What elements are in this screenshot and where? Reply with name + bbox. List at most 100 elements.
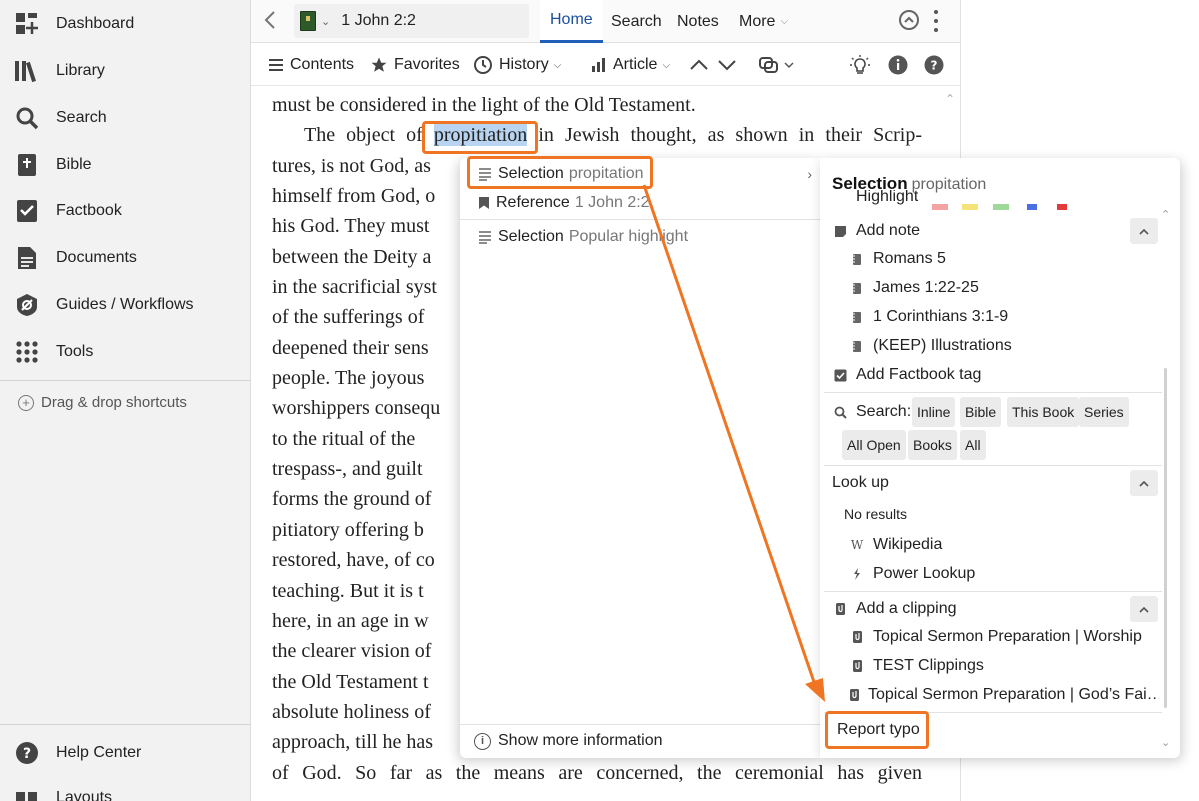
collapse-clippings-button[interactable]	[1130, 596, 1158, 622]
chevron-down-icon[interactable]: ⌄	[321, 15, 330, 28]
search-chip-bible[interactable]: Bible	[960, 397, 1002, 427]
add-factbook-tag-row[interactable]: Add Factbook tag	[832, 361, 981, 389]
sidebar-item-label: Layouts	[56, 789, 113, 801]
context-menu-left: Selection propitation › Reference 1 John…	[460, 158, 822, 758]
info-button[interactable]	[887, 54, 909, 76]
highlight-label: Highlight	[856, 190, 919, 205]
sidebar-item-search[interactable]: Search	[0, 98, 250, 138]
menu-divider	[460, 724, 822, 725]
sidebar-item-dashboard[interactable]: Dashboard	[0, 4, 250, 44]
add-clipping-label: Add a clipping	[856, 600, 957, 617]
note-item[interactable]: (KEEP) Illustrations	[849, 332, 1012, 360]
back-button[interactable]	[263, 10, 283, 32]
note-item[interactable]: James 1:22-25	[849, 274, 979, 302]
lightbulb-icon	[850, 55, 870, 74]
tools-icon	[14, 339, 40, 365]
tab-more[interactable]: More ⌵	[729, 0, 798, 43]
scroll-up-icon[interactable]: ⌃	[945, 92, 955, 106]
chevron-up-icon	[1139, 606, 1149, 613]
sidebar-item-layouts[interactable]: Layouts	[0, 778, 250, 801]
highlight-swatch-blue[interactable]	[1027, 204, 1037, 210]
highlight-swatch-green[interactable]	[993, 204, 1009, 210]
sidebar-item-label: Search	[56, 109, 107, 126]
menu-item-reference[interactable]: Reference 1 John 2:2	[460, 187, 822, 219]
note-item[interactable]: Romans 5	[849, 245, 946, 273]
search-chip-this-book[interactable]: This Book	[1007, 397, 1080, 427]
sidebar-item-label: Tools	[56, 343, 94, 360]
context-menu-right: Selection propitation Highlight ⌃ ⌄ Add n…	[820, 158, 1180, 758]
previous-button[interactable]	[688, 54, 710, 76]
show-more-information-button[interactable]: i Show more information	[474, 732, 663, 750]
menu-item-label: Selection	[498, 228, 564, 245]
scrollbar[interactable]	[1164, 368, 1167, 708]
power-lookup-icon	[849, 567, 865, 581]
bookmark-icon	[478, 196, 490, 210]
search-chip-inline[interactable]: Inline	[912, 397, 956, 427]
collapse-up-button[interactable]	[899, 10, 919, 30]
drag-drop-shortcuts[interactable]: + Drag & drop shortcuts	[18, 394, 187, 411]
sidebar: Dashboard Library Search Bible Factbook …	[0, 0, 251, 801]
clipping-item[interactable]: Topical Sermon Preparation | God’s Fai…	[849, 681, 1159, 709]
search-label: Search:	[856, 403, 912, 420]
note-label: James 1:22-25	[873, 279, 979, 296]
collapse-notes-button[interactable]	[1130, 218, 1158, 244]
text-lines-icon	[478, 230, 492, 244]
sidebar-item-bible[interactable]: Bible	[0, 145, 250, 185]
scroll-up-icon[interactable]: ⌃	[1161, 208, 1170, 221]
menu-item-popular-highlight[interactable]: Selection Popular highlight	[460, 221, 822, 253]
contents-button[interactable]: Contents	[268, 44, 354, 86]
scroll-down-icon[interactable]: ⌄	[1161, 736, 1170, 749]
tab-label: Notes	[677, 12, 719, 30]
search-icon	[832, 406, 848, 419]
history-label: History	[499, 56, 549, 73]
chevron-down-icon: ⌵	[553, 59, 562, 71]
history-button[interactable]: History ⌵	[473, 44, 561, 86]
lookup-power-lookup[interactable]: Power Lookup	[849, 560, 975, 588]
clipping-item[interactable]: Topical Sermon Preparation | Worship	[849, 623, 1142, 651]
search-chip-series[interactable]: Series	[1079, 397, 1129, 427]
more-options-icon[interactable]	[933, 10, 939, 32]
highlight-swatch-red[interactable]	[1057, 204, 1067, 210]
chevron-left-icon	[264, 11, 275, 29]
next-button[interactable]	[716, 54, 738, 76]
clipping-item[interactable]: TEST Clippings	[849, 652, 984, 680]
no-results-text: No results	[844, 500, 907, 528]
sidebar-item-factbook[interactable]: Factbook	[0, 191, 250, 231]
note-item[interactable]: 1 Corinthians 3:1-9	[849, 303, 1008, 331]
show-more-label: Show more information	[498, 732, 663, 749]
clipping-icon	[832, 602, 848, 616]
search-row: Search:	[832, 398, 911, 426]
tab-home[interactable]: Home	[540, 0, 603, 43]
help-icon: ?	[924, 55, 944, 75]
article-button[interactable]: Article ⌵	[591, 44, 670, 86]
tab-notes[interactable]: Notes	[667, 0, 729, 43]
sidebar-item-library[interactable]: Library	[0, 51, 250, 91]
annotation-box-selected-word	[422, 121, 538, 154]
add-factbook-tag-label: Add Factbook tag	[856, 366, 982, 383]
highlight-swatch-pink[interactable]	[932, 204, 948, 210]
collapse-lookup-button[interactable]	[1130, 470, 1158, 496]
sidebar-item-help-center[interactable]: ? Help Center	[0, 733, 250, 773]
highlight-row[interactable]: Highlight	[832, 190, 918, 206]
reference-box[interactable]: ⌄ 1 John 2:2	[294, 4, 529, 38]
menu-item-label: Reference	[496, 194, 570, 211]
sidebar-item-tools[interactable]: Tools	[0, 332, 250, 372]
search-chip-all[interactable]: All	[960, 430, 986, 460]
help-button[interactable]: ?	[923, 54, 945, 76]
guides-icon	[14, 292, 40, 318]
lookup-wikipedia[interactable]: W Wikipedia	[849, 531, 943, 559]
add-clipping-row[interactable]: Add a clipping	[832, 595, 957, 623]
info-icon	[888, 55, 908, 75]
search-chip-books[interactable]: Books	[908, 430, 957, 460]
search-chip-all-open[interactable]: All Open	[842, 430, 906, 460]
notebook-icon	[849, 282, 865, 295]
highlight-swatch-yellow[interactable]	[962, 204, 978, 210]
insights-button[interactable]	[849, 54, 871, 76]
tab-search[interactable]: Search	[601, 0, 672, 43]
wikipedia-icon: W	[850, 538, 864, 552]
sidebar-item-guides-workflows[interactable]: Guides / Workflows	[0, 285, 250, 325]
parallel-resources-button[interactable]	[756, 54, 796, 76]
add-note-row[interactable]: Add note	[832, 217, 920, 245]
favorites-button[interactable]: Favorites	[370, 44, 460, 86]
sidebar-item-documents[interactable]: Documents	[0, 238, 250, 278]
